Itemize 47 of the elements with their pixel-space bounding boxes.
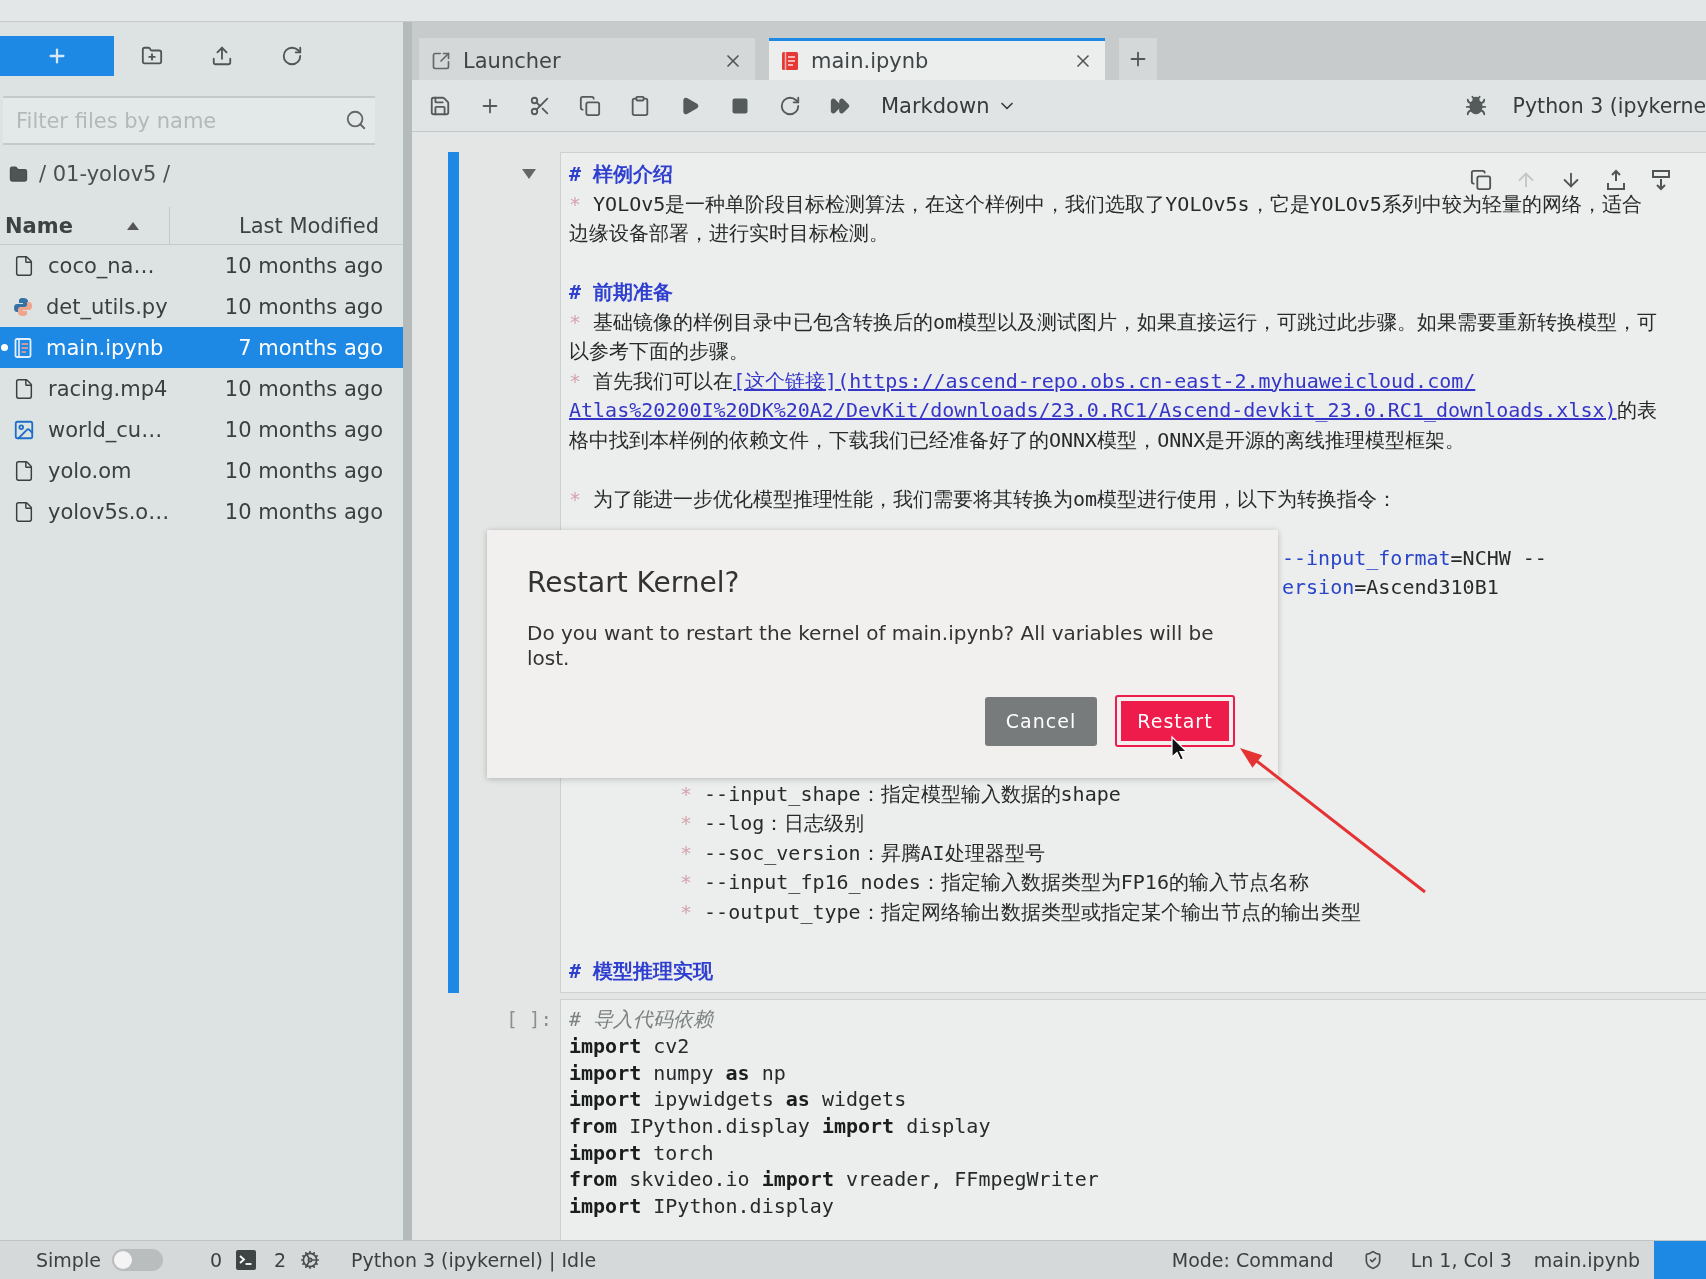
file-modified: 7 months ago [238,335,384,360]
markdown-line: * 基础镜像的样例目录中已包含转换后的om模型以及测试图片，如果直接运行，可跳过此步骤。如果需要重新转换模型，可 [569,309,1658,335]
markdown-line: * --output_type：指定网络输出数据类型或指定某个输出节点的输出类型 [680,899,1361,925]
code-line: import torch [569,1140,714,1165]
tab-label: Launcher [463,48,561,73]
markdown-heading: # 模型推理实现 [569,958,714,984]
file-name-label: main.ipynb [1533,1249,1640,1271]
file-name: main.ipynb [46,335,164,360]
markdown-heading: # 样例介绍 [569,162,674,188]
file-name: yolov5s.o… [48,499,170,524]
markdown-line: * --input_shape：指定模型输入数据的shape [680,781,1121,807]
markdown-line: * 首先我们可以在[这个链接](https://ascend-repo.obs.cn-east-2.myhuaweicloud.com/ [569,368,1476,394]
simple-mode-label: Simple [36,1249,101,1271]
markdown-line: * --soc_version：昇腾AI处理器型号 [680,840,1045,866]
markdown-line: * YOLOv5是一种单阶段目标检测算法，在这个样例中，我们选取了YOLOv5s，它是YOLOv5系列中较为轻量的网络，适合 [569,191,1642,217]
markdown-line: --input_format=NCHW -- [1282,545,1547,571]
file-modified: 10 months ago [224,499,384,524]
markdown-line: 边缘设备部署，进行实时目标检测。 [569,221,889,247]
file-modified: 10 months ago [224,376,384,401]
code-line: import numpy as np [569,1060,786,1085]
dialog-title: Restart Kernel? [527,565,741,601]
markdown-line: * --input_fp16_nodes：指定输入数据类型为FP16的输入节点名称 [680,870,1309,896]
file-name: world_cu… [48,417,163,442]
code-line: from skvideo.io import vreader, FFmpegWriter [569,1167,1099,1192]
code-line: import ipywidgets as widgets [569,1087,907,1112]
markdown-line: Atlas%20200I%20DK%20A2/DevKit/downloads/23.0.RC1/Ascend-devkit_23.0.RC1_downloads.xlsx)的表 [569,398,1657,424]
file-modified: 10 months ago [224,417,384,442]
code-line: import cv2 [569,1034,690,1059]
markdown-line: ersion=Ascend310B1 [1282,575,1499,601]
file-name: yolo.om [48,458,132,483]
dialog-message: Do you want to restart the kernel of main.ipynb? All variables will be lost. [527,621,1215,671]
markdown-line: * --log：日志级别 [680,811,865,837]
code-line: from IPython.display import display [569,1114,991,1139]
tab-label: main.ipynb [811,48,929,73]
code-line: import IPython.display [569,1194,834,1219]
file-modified: 10 months ago [224,458,384,483]
markdown-line: 以参考下面的步骤。 [569,339,749,365]
file-modified: 10 months ago [224,294,384,319]
file-name: det_utils.py [46,294,168,319]
markdown-line: * 为了能进一步优化模型推理性能，我们需要将其转换为om模型进行使用，以下为转换指令： [569,486,1398,512]
cell-prompt: [ ]: [506,1007,552,1032]
file-name: coco_na… [48,253,155,278]
markdown-heading: # 前期准备 [569,280,674,306]
markdown-line: 格中找到本样例的依赖文件，下载我们已经准备好了的ONNX模型，ONNX是开源的离线推理模型框架。 [569,427,1466,453]
file-modified: 10 months ago [224,253,384,278]
file-name: racing.mp4 [48,376,168,401]
code-line: # 导入代码依赖 [569,1007,714,1032]
